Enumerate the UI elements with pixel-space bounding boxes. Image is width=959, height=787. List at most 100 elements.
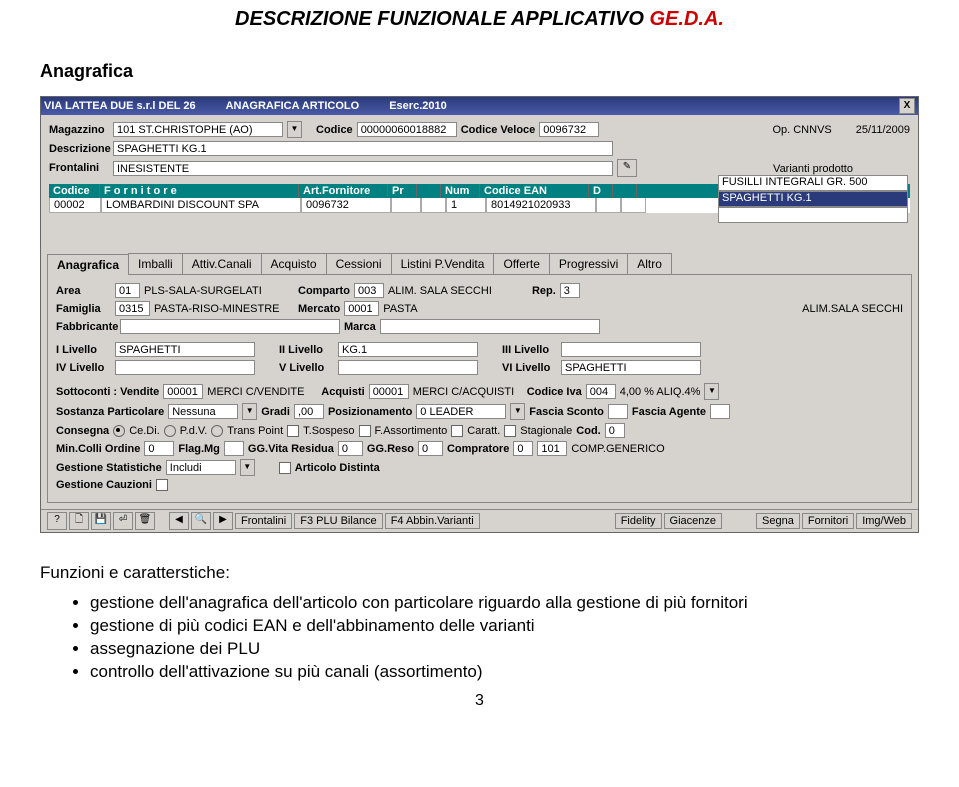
front-field[interactable]: INESISTENTE [113,161,613,176]
tab-offerte[interactable]: Offerte [493,253,549,274]
tab-acquisto[interactable]: Acquisto [261,253,327,274]
comparto-label: Comparto [298,285,350,297]
delete-icon[interactable]: 🗑 [135,512,155,530]
col-fornitore: F o r n i t o r e [100,184,299,198]
dropdown-icon[interactable]: ▼ [510,403,525,420]
dropdown-icon[interactable]: ▼ [240,459,255,476]
f3-plu-button[interactable]: F3 PLU Bilance [294,513,382,529]
marca-field[interactable] [380,319,600,334]
posiz-label: Posizionamento [328,406,412,418]
tab-anagrafica[interactable]: Anagrafica [47,254,129,275]
l1-field[interactable]: SPAGHETTI [115,342,255,357]
frontalini-button[interactable]: Frontalini [235,513,292,529]
dropdown-icon[interactable]: ▼ [242,403,257,420]
search-icon[interactable]: 🔍 [191,512,211,530]
tab-cessioni[interactable]: Cessioni [326,253,392,274]
ggvita-field[interactable]: 0 [338,441,363,456]
edit-icon[interactable]: ✎ [617,159,637,177]
iva-code[interactable]: 004 [586,384,616,399]
col-4 [417,184,441,198]
tab-imballi[interactable]: Imballi [128,253,183,274]
artdistinta-label: Articolo Distinta [295,462,380,474]
descr-field[interactable]: SPAGHETTI KG.1 [113,141,613,156]
col-num: Num [441,184,480,198]
col-8 [613,184,637,198]
tab-attiv[interactable]: Attiv.Canali [182,253,262,274]
close-icon[interactable]: X [899,98,915,114]
f4-abbin-button[interactable]: F4 Abbin.Varianti [385,513,480,529]
fornitori-button[interactable]: Fornitori [802,513,854,529]
fidelity-button[interactable]: Fidelity [615,513,662,529]
posiz-field[interactable]: 0 LEADER [416,404,506,419]
sottoconti-label: Sottoconti : Vendite [56,386,159,398]
chk-artdistinta[interactable] [279,462,291,474]
giacenze-button[interactable]: Giacenze [664,513,722,529]
tab-progressivi[interactable]: Progressivi [549,253,628,274]
chk-caratt[interactable] [451,425,463,437]
l6-field[interactable]: SPAGHETTI [561,360,701,375]
col-ean: Codice EAN [480,184,589,198]
segna-button[interactable]: Segna [756,513,800,529]
variant-item[interactable]: FUSILLI INTEGRALI GR. 500 [718,175,908,191]
comparto-code[interactable]: 003 [354,283,384,298]
l3-field[interactable] [561,342,701,357]
cell [391,198,421,213]
prev-icon[interactable]: ◀ [169,512,189,530]
fascia-sconto-field[interactable] [608,404,628,419]
chk-caratt-label: Caratt. [467,425,500,437]
chk-tsospeso[interactable] [287,425,299,437]
bullet-item: assegnazione dei PLU [90,639,919,659]
l2-field[interactable]: KG.1 [338,342,478,357]
imgweb-button[interactable]: Img/Web [856,513,912,529]
compratore-code[interactable]: 0 [513,441,533,456]
codvel-field[interactable]: 0096732 [539,122,599,137]
famiglia-label: Famiglia [56,303,111,315]
radio-cedi[interactable] [113,425,125,437]
title-em: GE.D.A. [650,8,724,30]
l4-field[interactable] [115,360,255,375]
fascia-agente-field[interactable] [710,404,730,419]
chk-stagionale[interactable] [504,425,516,437]
geststat-field[interactable]: Includi [166,460,236,475]
codice-field[interactable]: 00000060018882 [357,122,457,137]
chk-fassort[interactable] [359,425,371,437]
flagmg-field[interactable] [224,441,244,456]
rep-code[interactable]: 3 [560,283,580,298]
sottoconti-v-code[interactable]: 00001 [163,384,203,399]
ggreso-field[interactable]: 0 [418,441,443,456]
exit-icon[interactable]: ⏎ [113,512,133,530]
dropdown-icon[interactable]: ▼ [287,121,302,138]
gradi-field[interactable]: ,00 [294,404,324,419]
variant-item-selected[interactable]: SPAGHETTI KG.1 [718,191,908,207]
help-icon[interactable]: ? [47,512,67,530]
cod-field[interactable]: 0 [605,423,625,438]
magazzino-field[interactable]: 101 ST.CHRISTOPHE (AO) [113,122,283,137]
radio-transpoint-label: Trans Point [227,425,283,437]
iva-label: Codice Iva [527,386,582,398]
mincolli-field[interactable]: 0 [144,441,174,456]
chk-gestcauz[interactable] [156,479,168,491]
tab-listini[interactable]: Listini P.Vendita [391,253,495,274]
mercato-desc: PASTA [383,303,513,315]
chk-fassort-label: F.Assortimento [375,425,448,437]
area-code[interactable]: 01 [115,283,140,298]
doc-icon[interactable]: 🗋 [69,512,89,530]
tab-altro[interactable]: Altro [627,253,672,274]
next-icon[interactable]: ▶ [213,512,233,530]
fabbricante-field[interactable] [120,319,340,334]
sostanza-field[interactable]: Nessuna [168,404,238,419]
compratore-code2[interactable]: 101 [537,441,567,456]
famiglia-code[interactable]: 0315 [115,301,150,316]
save-icon[interactable]: 💾 [91,512,111,530]
radio-pdv[interactable] [164,425,176,437]
radio-transpoint[interactable] [211,425,223,437]
mercato-code[interactable]: 0001 [344,301,379,316]
section-heading: Anagrafica [40,61,919,82]
dropdown-icon[interactable]: ▼ [704,383,719,400]
cell: LOMBARDINI DISCOUNT SPA [101,198,301,213]
l5-field[interactable] [338,360,478,375]
radio-cedi-label: Ce.Di. [129,425,160,437]
acquisti-code[interactable]: 00001 [369,384,409,399]
variants-box: Varianti prodotto FUSILLI INTEGRALI GR. … [718,163,908,223]
bullet-item: gestione di più codici EAN e dell'abbina… [90,616,919,636]
